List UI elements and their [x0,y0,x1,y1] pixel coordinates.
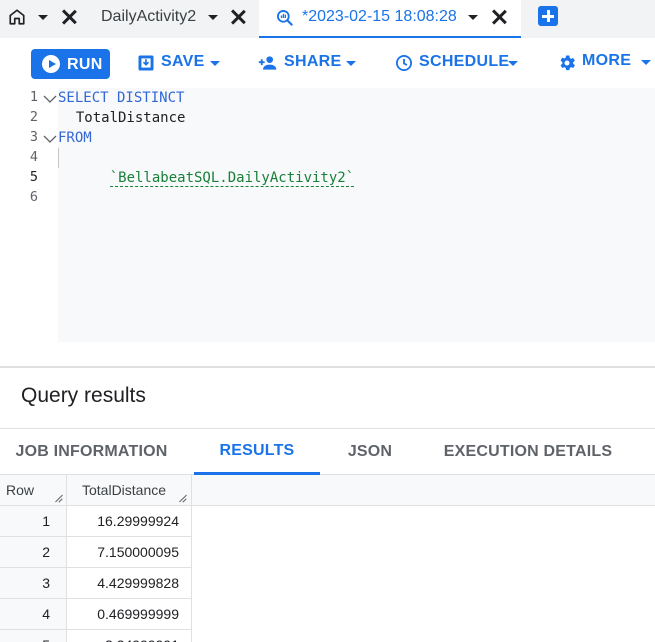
save-icon [138,55,154,71]
chevron-down-icon[interactable] [468,15,478,20]
cell-totaldistance[interactable]: 2.34999991 [67,630,191,642]
chevron-down-icon[interactable] [38,15,48,20]
table-row: 1 16.29999924 [0,506,192,537]
table-row: 2 7.150000095 [0,537,192,568]
row-number: 3 [0,568,66,598]
close-icon[interactable] [60,8,78,26]
add-person-icon [258,56,277,70]
home-icon[interactable] [8,8,26,26]
code-line: TotalDistance [59,110,186,126]
row-number: 4 [0,599,66,629]
sql-editor[interactable]: 1 2 3 4 5 6 SELECT DISTINCT TotalDistanc… [0,88,655,368]
tab-label: DailyActivity2 [101,8,197,25]
table-row: 3 4.429999828 [0,568,192,599]
add-tab-icon[interactable] [538,6,558,26]
tab-home[interactable] [0,0,86,36]
line-number: 5 [29,169,38,185]
code-line: FROM [58,130,92,146]
table-row: 4 0.469999999 [0,599,192,630]
table-row: 5 2.34999991 [0,630,192,642]
table-header: Row TotalDistance [0,475,655,506]
gear-icon [560,55,575,71]
line-number: 6 [29,189,38,205]
line-number: 2 [29,109,38,125]
tab-results[interactable]: RESULTS [194,429,320,475]
tab-dailyactivity2[interactable]: DailyActivity2 [86,0,256,36]
run-label: RUN [67,56,103,73]
chevron-down-icon[interactable] [641,60,651,65]
save-label: SAVE [161,53,205,70]
chevron-down-icon[interactable] [210,61,220,66]
table-reference[interactable]: `BellabeatSQL.DailyActivity2` [109,170,355,187]
results-table: Row TotalDistance 1 16.29999924 2 7.1500… [0,475,655,642]
results-title: Query results [21,384,146,407]
fold-chevron-icon[interactable] [43,95,57,103]
line-number: 4 [29,149,38,165]
schedule-label: SCHEDULE [419,53,510,70]
schedule-button[interactable]: SCHEDULE [394,51,524,75]
clock-icon [396,55,412,71]
close-icon[interactable] [490,8,508,26]
line-number: 3 [29,129,38,145]
tab-label: *2023-02-15 18:08:28 [302,8,457,25]
play-icon [42,55,60,73]
tab-job-information[interactable]: JOB INFORMATION [0,429,183,475]
row-number: 2 [0,537,66,567]
more-button[interactable]: MORE [557,51,655,75]
column-divider [66,475,67,642]
row-number: 1 [0,506,66,536]
column-divider [191,475,192,642]
column-header-row: Row [6,482,35,498]
panel-divider[interactable] [0,366,655,368]
resize-handle-icon[interactable] [54,494,63,503]
chevron-down-icon[interactable] [508,61,518,66]
tab-execution-details[interactable]: EXECUTION DETAILS [430,429,626,475]
column-header-totaldistance: TotalDistance [82,482,167,498]
query-icon [277,10,293,26]
code-line: SELECT DISTINCT [58,90,185,106]
line-gutter: 1 2 3 4 5 6 [0,88,58,344]
editor-toolbar: RUN SAVE SHARE SCHEDULE MORE [0,38,655,88]
fold-chevron-icon[interactable] [43,135,57,143]
tab-query-editor[interactable]: *2023-02-15 18:08:28 [259,0,521,38]
results-tabs: JOB INFORMATION RESULTS JSON EXECUTION D… [0,428,655,475]
code-line: `BellabeatSQL.DailyActivity2` [76,148,355,187]
indent-guide [58,148,59,168]
tab-json[interactable]: JSON [330,429,410,475]
run-button[interactable]: RUN [31,49,110,79]
line-number: 1 [29,89,38,105]
cell-totaldistance[interactable]: 0.469999999 [67,599,191,629]
cell-totaldistance[interactable]: 16.29999924 [67,506,191,536]
close-icon[interactable] [229,8,247,26]
cell-totaldistance[interactable]: 7.150000095 [67,537,191,567]
cell-totaldistance[interactable]: 4.429999828 [67,568,191,598]
more-label: MORE [582,52,632,69]
tab-bar: DailyActivity2 *2023-02-15 18:08:28 [0,0,655,38]
chevron-down-icon[interactable] [346,61,356,66]
share-label: SHARE [284,53,342,70]
row-number: 5 [0,630,66,642]
resize-handle-icon[interactable] [178,494,187,503]
save-button[interactable]: SAVE [136,51,226,75]
chevron-down-icon[interactable] [208,15,218,20]
share-button[interactable]: SHARE [257,51,362,75]
